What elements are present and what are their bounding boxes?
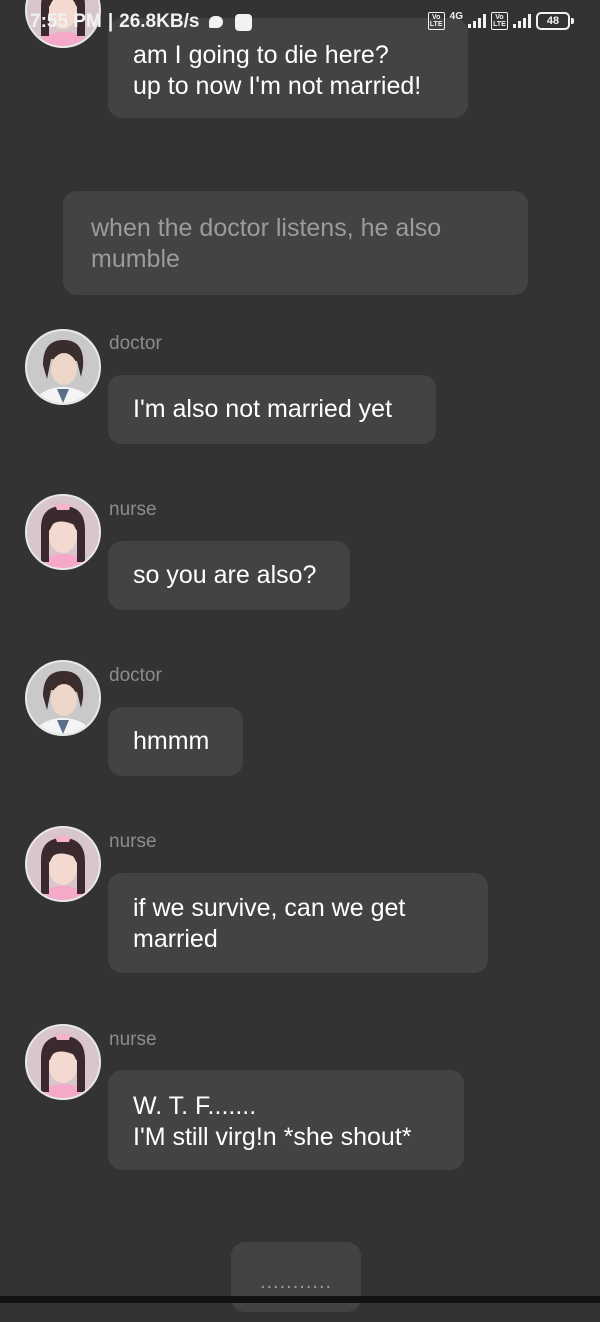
status-separator: | — [107, 11, 114, 32]
chat-bubble-icon — [209, 16, 224, 28]
bottom-edge — [0, 1296, 600, 1303]
message-bubble: W. T. F....... I'M still virg!n *she sho… — [108, 1070, 464, 1170]
message-bubble: so you are also? — [108, 541, 350, 610]
speaker-name-nurse: nurse — [109, 831, 157, 852]
message-bubble: if we survive, can we get married — [108, 873, 488, 973]
speaker-name-doctor: doctor — [109, 665, 162, 686]
nurse-avatar[interactable] — [25, 1024, 101, 1100]
narration-bubble: when the doctor listens, he also mumble — [63, 191, 528, 295]
nurse-avatar[interactable] — [25, 826, 101, 902]
signal-bars-icon — [468, 14, 486, 28]
speaker-name-nurse: nurse — [109, 1029, 157, 1050]
battery-icon: 48 — [536, 12, 574, 30]
signal-bars-icon — [513, 14, 531, 28]
volte-badge-sim1: Vo LTE — [427, 12, 445, 30]
message-bubble: I'm also not married yet — [108, 375, 436, 444]
app-square-icon — [235, 13, 253, 31]
doctor-avatar[interactable] — [25, 660, 101, 736]
doctor-avatar[interactable] — [25, 329, 101, 405]
status-time: 7:55 PM — [30, 11, 102, 32]
nurse-avatar[interactable] — [25, 494, 101, 570]
network-type: 4G — [449, 10, 463, 22]
status-bar: 7:55 PM | 26.8KB/s Vo LTE 4G Vo LTE 48 — [0, 0, 600, 36]
volte-badge-sim2: Vo LTE — [491, 12, 508, 30]
status-left: 7:55 PM | 26.8KB/s — [30, 11, 253, 33]
speaker-name-nurse: nurse — [109, 499, 157, 520]
status-speed: 26.8KB/s — [119, 11, 200, 32]
message-bubble: hmmm — [108, 707, 243, 776]
status-right: Vo LTE 4G Vo LTE 48 — [427, 10, 574, 30]
speaker-name-doctor: doctor — [109, 333, 162, 354]
